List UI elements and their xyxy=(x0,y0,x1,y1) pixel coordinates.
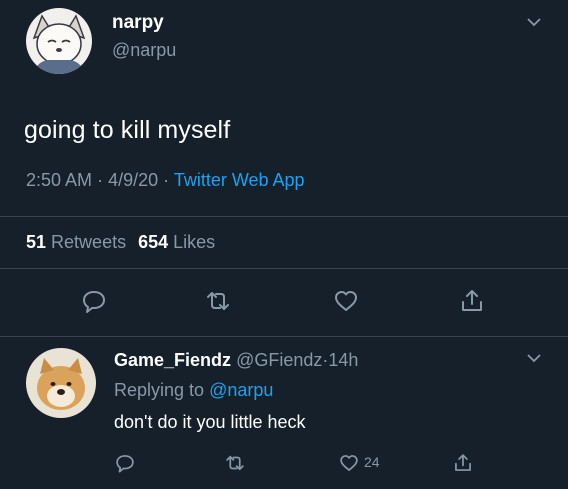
reply-handle[interactable]: @GFiendz xyxy=(236,350,322,370)
retweet-count: 51 xyxy=(26,232,47,252)
tweet-source-link[interactable]: Twitter Web App xyxy=(174,170,305,190)
meta-separator: · xyxy=(97,170,104,190)
retweets-link[interactable]: 51 Retweets xyxy=(26,232,126,252)
reply-display-name[interactable]: Game_Fiendz xyxy=(114,350,231,370)
heart-icon[interactable] xyxy=(338,452,360,474)
retweet-icon[interactable] xyxy=(224,452,246,474)
reply-like-count: 24 xyxy=(364,454,380,470)
reply-age: 14h xyxy=(328,350,359,370)
likes-link[interactable]: 654 Likes xyxy=(138,232,215,252)
retweet-label: Retweets xyxy=(51,232,127,252)
replying-to-label: Replying to xyxy=(114,380,205,400)
avatar[interactable] xyxy=(26,8,92,74)
display-name[interactable]: narpy xyxy=(112,12,164,34)
avatar[interactable] xyxy=(26,348,96,418)
avatar-image xyxy=(26,348,96,418)
like-label: Likes xyxy=(173,232,216,252)
replying-to: Replying to @narpu xyxy=(114,380,273,401)
reply-header: Game_Fiendz @GFiendz·14h xyxy=(114,350,358,371)
share-icon[interactable] xyxy=(452,452,474,474)
heart-icon[interactable] xyxy=(332,287,360,315)
retweet-icon[interactable] xyxy=(204,287,232,315)
tweet-time: 2:50 AM xyxy=(26,170,93,190)
divider xyxy=(0,216,568,217)
reply-icon[interactable] xyxy=(114,452,136,474)
engagement-counts: 51 Retweets 654 Likes xyxy=(26,232,215,253)
user-handle[interactable]: @narpu xyxy=(112,40,176,61)
like-count: 654 xyxy=(138,232,169,252)
avatar-image xyxy=(26,8,92,74)
replying-to-mention[interactable]: @narpu xyxy=(209,380,273,400)
meta-separator: · xyxy=(163,170,170,190)
tweet-text: going to kill myself xyxy=(24,116,231,144)
divider xyxy=(0,268,568,269)
divider xyxy=(0,336,568,337)
chevron-down-icon[interactable] xyxy=(524,348,544,368)
tweet-date: 4/9/20 xyxy=(108,170,159,190)
share-icon[interactable] xyxy=(458,287,486,315)
chevron-down-icon[interactable] xyxy=(524,12,544,32)
reply-icon[interactable] xyxy=(80,287,108,315)
reply-text: don't do it you little heck xyxy=(114,412,306,432)
tweet-meta: 2:50 AM · 4/9/20 · Twitter Web App xyxy=(26,170,305,191)
